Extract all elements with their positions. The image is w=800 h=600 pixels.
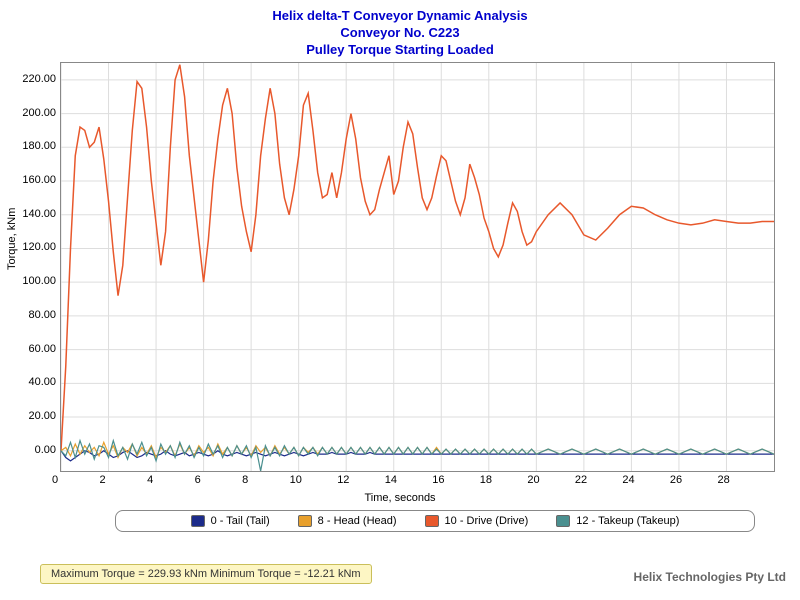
title-line-2: Conveyor No. C223 (0, 25, 800, 42)
plot-area (60, 62, 775, 472)
y-tick: 100.00 (16, 275, 56, 287)
x-tick: 28 (717, 474, 729, 486)
x-tick: 10 (290, 474, 302, 486)
y-tick: 20.00 (16, 410, 56, 422)
legend-label: 12 - Takeup (Takeup) (576, 515, 679, 527)
x-tick: 4 (147, 474, 153, 486)
plot-svg (61, 63, 774, 471)
status-bar: Maximum Torque = 229.93 kNm Minimum Torq… (40, 564, 372, 584)
x-tick: 0 (52, 474, 58, 486)
legend: 0 - Tail (Tail) 8 - Head (Head) 10 - Drive… (115, 510, 755, 532)
y-tick: 0.00 (16, 444, 56, 456)
x-tick: 8 (242, 474, 248, 486)
legend-swatch-icon (298, 515, 312, 527)
legend-label: 8 - Head (Head) (318, 515, 397, 527)
chart-title: Helix delta-T Conveyor Dynamic Analysis … (0, 8, 800, 59)
x-tick: 26 (670, 474, 682, 486)
legend-item: 0 - Tail (Tail) (191, 515, 270, 527)
y-tick: 160.00 (16, 174, 56, 186)
legend-item: 10 - Drive (Drive) (425, 515, 529, 527)
footer-brand: Helix Technologies Pty Ltd (634, 570, 786, 584)
x-tick: 6 (195, 474, 201, 486)
x-tick: 20 (527, 474, 539, 486)
x-axis-label: Time, seconds (0, 492, 800, 504)
legend-label: 0 - Tail (Tail) (211, 515, 270, 527)
y-tick: 220.00 (16, 73, 56, 85)
x-tick: 24 (622, 474, 634, 486)
chart-container: Helix delta-T Conveyor Dynamic Analysis … (0, 0, 800, 600)
y-tick: 40.00 (16, 376, 56, 388)
x-tick: 14 (385, 474, 397, 486)
legend-item: 12 - Takeup (Takeup) (556, 515, 679, 527)
x-tick: 12 (337, 474, 349, 486)
title-line-3: Pulley Torque Starting Loaded (0, 42, 800, 59)
y-tick: 80.00 (16, 309, 56, 321)
y-tick: 60.00 (16, 343, 56, 355)
x-tick: 22 (575, 474, 587, 486)
x-tick: 2 (100, 474, 106, 486)
y-tick: 200.00 (16, 107, 56, 119)
x-tick: 16 (432, 474, 444, 486)
legend-swatch-icon (191, 515, 205, 527)
y-tick: 140.00 (16, 208, 56, 220)
title-line-1: Helix delta-T Conveyor Dynamic Analysis (0, 8, 800, 25)
legend-swatch-icon (425, 515, 439, 527)
x-tick: 18 (480, 474, 492, 486)
y-tick: 180.00 (16, 140, 56, 152)
legend-item: 8 - Head (Head) (298, 515, 397, 527)
y-tick: 120.00 (16, 241, 56, 253)
legend-swatch-icon (556, 515, 570, 527)
legend-label: 10 - Drive (Drive) (445, 515, 529, 527)
